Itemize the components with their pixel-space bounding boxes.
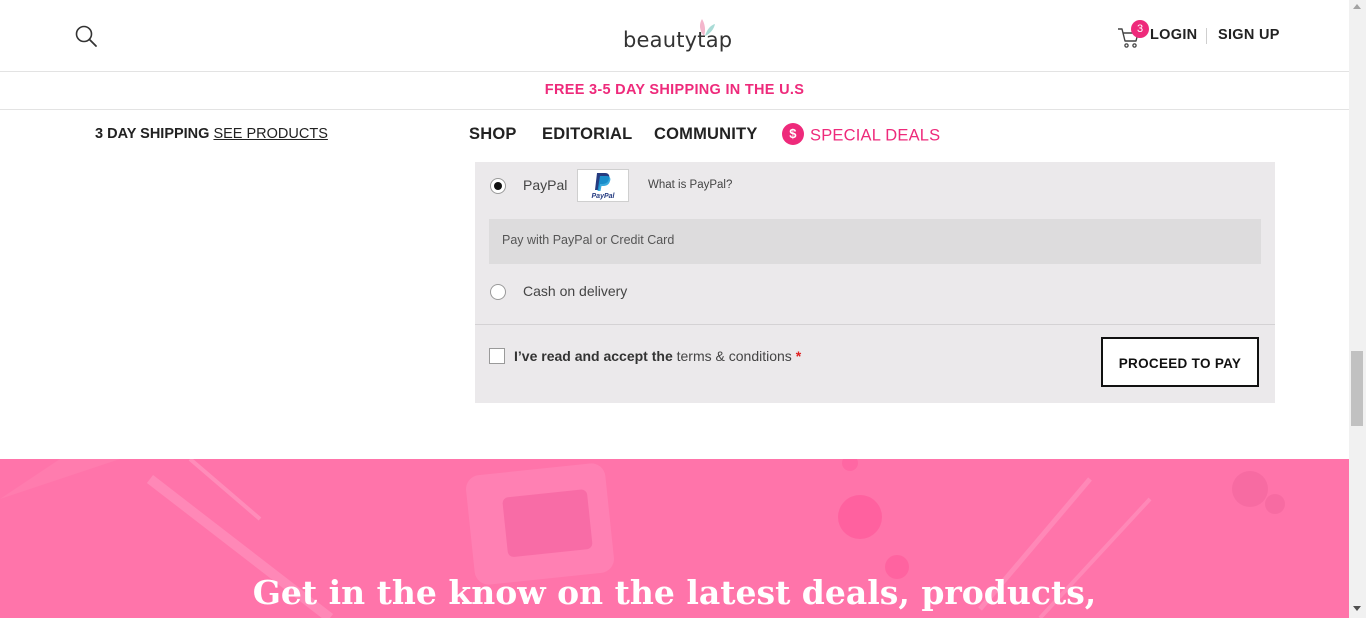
site-logo[interactable]: beautytap bbox=[623, 18, 733, 58]
nav-item-special-deals[interactable]: $ SPECIAL DEALS bbox=[782, 123, 941, 147]
special-deals-label: SPECIAL DEALS bbox=[810, 126, 941, 145]
terms-text: I’ve read and accept the terms & conditi… bbox=[514, 348, 801, 364]
nav-item-editorial[interactable]: EDITORIAL bbox=[542, 125, 632, 144]
hero-title: Get in the know on the latest deals, pro… bbox=[252, 573, 1097, 612]
paypal-logo-text: PayPal bbox=[592, 193, 616, 200]
promo-text: FREE 3-5 DAY SHIPPING IN THE U.S bbox=[544, 82, 805, 98]
site-header: beautytap 3 LOGIN SIGN UP bbox=[0, 0, 1349, 72]
shipping-note: 3 DAY SHIPPING SEE PRODUCTS bbox=[95, 126, 328, 142]
nav-item-community[interactable]: COMMUNITY bbox=[654, 125, 758, 144]
paypal-description: Pay with PayPal or Credit Card bbox=[502, 233, 675, 247]
terms-link[interactable]: terms & conditions bbox=[677, 348, 792, 364]
nav-item-shop[interactable]: SHOP bbox=[469, 125, 517, 144]
login-link[interactable]: LOGIN bbox=[1150, 27, 1197, 43]
shipping-label: 3 DAY SHIPPING bbox=[95, 126, 210, 142]
cash-on-delivery-label: Cash on delivery bbox=[523, 283, 628, 299]
what-is-paypal-link[interactable]: What is PayPal? bbox=[648, 179, 732, 191]
see-products-link[interactable]: SEE PRODUCTS bbox=[213, 126, 327, 142]
paypal-label: PayPal bbox=[523, 177, 568, 193]
dollar-icon: $ bbox=[782, 123, 804, 145]
scroll-down-arrow-icon[interactable] bbox=[1353, 606, 1361, 611]
header-divider bbox=[1206, 28, 1207, 44]
signup-link[interactable]: SIGN UP bbox=[1218, 27, 1280, 43]
scrollbar-thumb[interactable] bbox=[1351, 351, 1363, 426]
payment-methods-panel: PayPal PayPal What is PayPal? Pay with P… bbox=[475, 162, 1275, 403]
panel-divider bbox=[475, 324, 1275, 325]
page: beautytap 3 LOGIN SIGN UP FREE 3-5 DAY S… bbox=[0, 0, 1349, 618]
proceed-to-pay-button[interactable]: PROCEED TO PAY bbox=[1101, 337, 1259, 387]
scroll-up-arrow-icon[interactable] bbox=[1353, 4, 1361, 9]
page-scrollbar[interactable] bbox=[1349, 0, 1366, 618]
paypal-radio[interactable] bbox=[490, 178, 506, 194]
newsletter-hero: Get in the know on the latest deals, pro… bbox=[0, 459, 1349, 618]
paypal-logo-icon: PayPal bbox=[577, 169, 629, 202]
terms-bold-text: I’ve read and accept the bbox=[514, 348, 673, 364]
cart-button[interactable]: 3 bbox=[1117, 20, 1149, 50]
promo-bar: FREE 3-5 DAY SHIPPING IN THE U.S bbox=[0, 72, 1349, 110]
paypal-description-box: Pay with PayPal or Credit Card bbox=[489, 219, 1261, 264]
cash-on-delivery-radio[interactable] bbox=[490, 284, 506, 300]
search-icon[interactable] bbox=[74, 24, 98, 48]
cart-count-badge: 3 bbox=[1131, 20, 1149, 38]
required-marker: * bbox=[795, 348, 802, 364]
logo-text: beautytap bbox=[623, 28, 733, 52]
terms-checkbox[interactable] bbox=[489, 348, 505, 364]
